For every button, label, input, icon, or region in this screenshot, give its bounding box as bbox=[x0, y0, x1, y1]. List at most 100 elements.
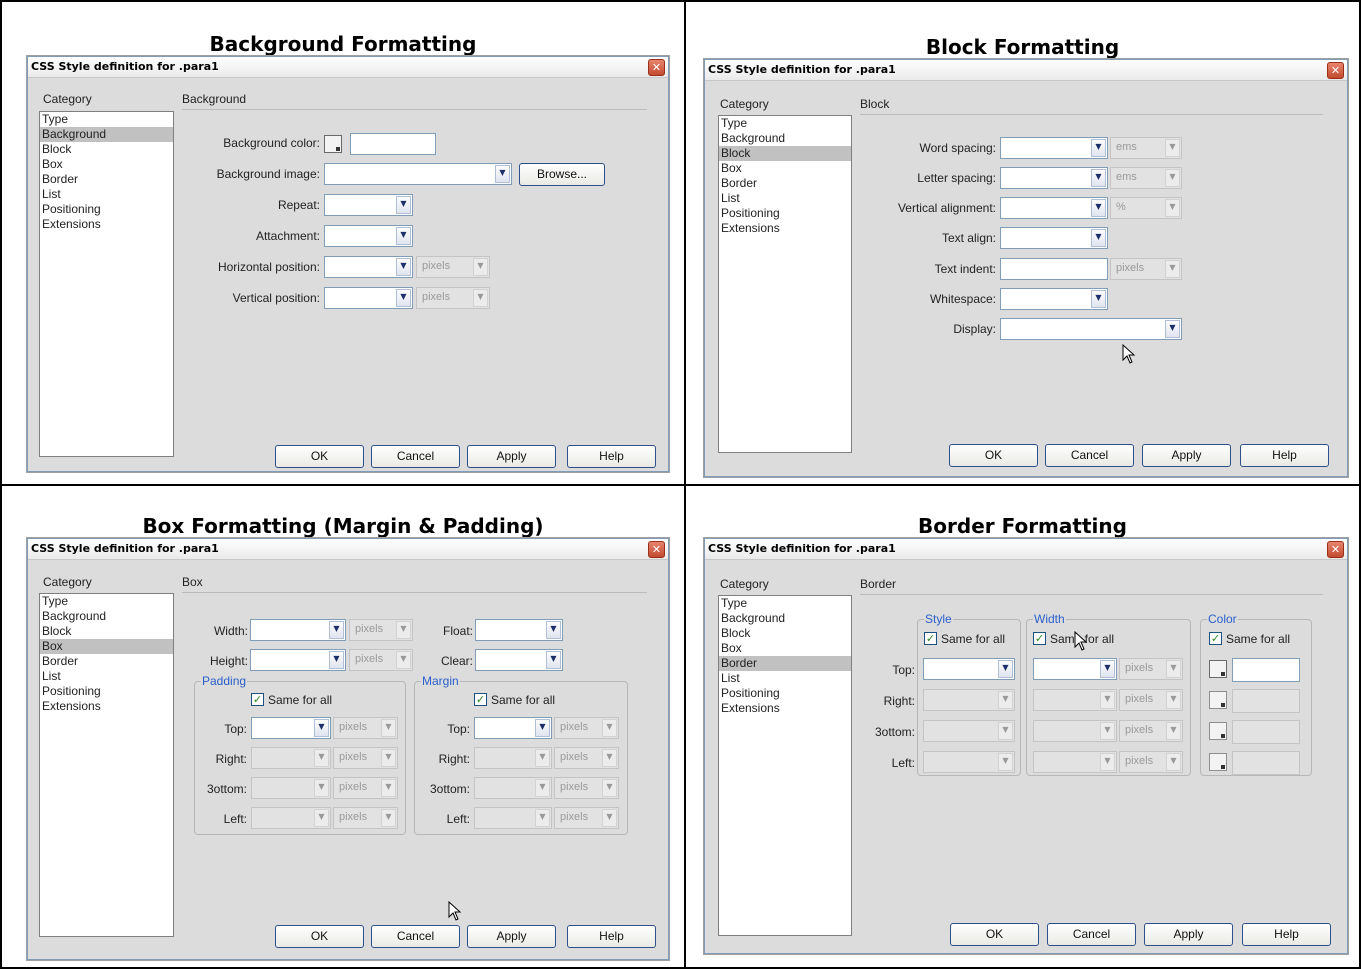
float-select[interactable]: ▼ bbox=[475, 619, 563, 641]
chevron-down-icon[interactable]: ▼ bbox=[1091, 229, 1106, 247]
category-item-block[interactable]: Block bbox=[40, 142, 173, 157]
margin-left-unit-select[interactable]: pixels ▼ bbox=[554, 807, 619, 829]
chevron-down-icon[interactable]: ▼ bbox=[1166, 660, 1181, 678]
category-item-background[interactable]: Background bbox=[719, 611, 851, 626]
letter-spacing-unit-select[interactable]: ems ▼ bbox=[1110, 167, 1182, 189]
category-item-block[interactable]: Block bbox=[40, 624, 173, 639]
width-same-checkbox[interactable]: ✓ bbox=[1033, 632, 1046, 645]
chevron-down-icon[interactable]: ▼ bbox=[396, 289, 411, 307]
chevron-down-icon[interactable]: ▼ bbox=[396, 651, 411, 669]
margin-left-select[interactable]: ▼ bbox=[474, 807, 552, 829]
category-item-positioning[interactable]: Positioning bbox=[719, 686, 851, 701]
category-item-border[interactable]: Border bbox=[40, 654, 173, 669]
chevron-down-icon[interactable]: ▼ bbox=[1091, 199, 1106, 217]
padding-top-select[interactable]: ▼ bbox=[251, 717, 331, 739]
category-list[interactable]: Type Background Block Box Border List Po… bbox=[39, 593, 174, 937]
chevron-down-icon[interactable]: ▼ bbox=[998, 722, 1013, 740]
help-button[interactable]: Help bbox=[1242, 923, 1331, 946]
chevron-down-icon[interactable]: ▼ bbox=[546, 621, 561, 639]
close-icon[interactable]: ✕ bbox=[1327, 541, 1344, 558]
cancel-button[interactable]: Cancel bbox=[371, 445, 460, 468]
category-item-box[interactable]: Box bbox=[719, 641, 851, 656]
attachment-select[interactable]: ▼ bbox=[324, 225, 413, 247]
chevron-down-icon[interactable]: ▼ bbox=[546, 651, 561, 669]
category-item-extensions[interactable]: Extensions bbox=[40, 217, 173, 232]
word-spacing-unit-select[interactable]: ems ▼ bbox=[1110, 137, 1182, 159]
chevron-down-icon[interactable]: ▼ bbox=[1091, 290, 1106, 308]
category-item-block[interactable]: Block bbox=[719, 626, 851, 641]
chevron-down-icon[interactable]: ▼ bbox=[998, 691, 1013, 709]
category-item-type[interactable]: Type bbox=[40, 594, 173, 609]
cancel-button[interactable]: Cancel bbox=[1047, 923, 1136, 946]
display-select[interactable]: ▼ bbox=[1000, 318, 1182, 340]
chevron-down-icon[interactable]: ▼ bbox=[602, 749, 617, 767]
width-bottom-select[interactable]: ▼ bbox=[1033, 720, 1117, 742]
category-item-positioning[interactable]: Positioning bbox=[40, 684, 173, 699]
chevron-down-icon[interactable]: ▼ bbox=[473, 289, 488, 307]
chevron-down-icon[interactable]: ▼ bbox=[1166, 753, 1181, 771]
clear-select[interactable]: ▼ bbox=[475, 649, 563, 671]
color-left-input[interactable] bbox=[1232, 751, 1300, 775]
category-item-extensions[interactable]: Extensions bbox=[719, 221, 851, 236]
width-right-select[interactable]: ▼ bbox=[1033, 689, 1117, 711]
whitespace-select[interactable]: ▼ bbox=[1000, 288, 1108, 310]
padding-left-unit-select[interactable]: pixels ▼ bbox=[333, 807, 398, 829]
chevron-down-icon[interactable]: ▼ bbox=[396, 621, 411, 639]
apply-button[interactable]: Apply bbox=[467, 925, 556, 948]
chevron-down-icon[interactable]: ▼ bbox=[314, 809, 329, 827]
height-unit-select[interactable]: pixels ▼ bbox=[349, 649, 413, 671]
padding-right-select[interactable]: ▼ bbox=[251, 747, 331, 769]
chevron-down-icon[interactable]: ▼ bbox=[473, 258, 488, 276]
style-bottom-select[interactable]: ▼ bbox=[923, 720, 1015, 742]
color-right-swatch[interactable] bbox=[1209, 691, 1227, 709]
chevron-down-icon[interactable]: ▼ bbox=[314, 779, 329, 797]
apply-button[interactable]: Apply bbox=[467, 445, 556, 468]
style-top-select[interactable]: ▼ bbox=[923, 658, 1015, 680]
apply-button[interactable]: Apply bbox=[1142, 444, 1231, 467]
chevron-down-icon[interactable]: ▼ bbox=[602, 809, 617, 827]
height-select[interactable]: ▼ bbox=[250, 649, 346, 671]
close-icon[interactable]: ✕ bbox=[648, 59, 665, 76]
help-button[interactable]: Help bbox=[1240, 444, 1329, 467]
category-list[interactable]: Type Background Block Box Border List Po… bbox=[39, 111, 174, 457]
chevron-down-icon[interactable]: ▼ bbox=[1165, 260, 1180, 278]
width-unit-select[interactable]: pixels ▼ bbox=[349, 619, 413, 641]
color-right-input[interactable] bbox=[1232, 689, 1300, 713]
chevron-down-icon[interactable]: ▼ bbox=[602, 779, 617, 797]
hpos-select[interactable]: ▼ bbox=[324, 256, 413, 278]
width-left-unit-select[interactable]: pixels ▼ bbox=[1119, 751, 1183, 773]
help-button[interactable]: Help bbox=[567, 445, 656, 468]
width-top-select[interactable]: ▼ bbox=[1033, 658, 1117, 680]
category-item-list[interactable]: List bbox=[719, 671, 851, 686]
cancel-button[interactable]: Cancel bbox=[371, 925, 460, 948]
vpos-unit-select[interactable]: pixels ▼ bbox=[416, 287, 490, 309]
category-item-block[interactable]: Block bbox=[719, 146, 851, 161]
padding-bottom-select[interactable]: ▼ bbox=[251, 777, 331, 799]
padding-left-select[interactable]: ▼ bbox=[251, 807, 331, 829]
chevron-down-icon[interactable]: ▼ bbox=[381, 779, 396, 797]
letter-spacing-select[interactable]: ▼ bbox=[1000, 167, 1108, 189]
style-right-select[interactable]: ▼ bbox=[923, 689, 1015, 711]
category-item-border[interactable]: Border bbox=[40, 172, 173, 187]
chevron-down-icon[interactable]: ▼ bbox=[314, 749, 329, 767]
category-item-border[interactable]: Border bbox=[719, 656, 851, 671]
chevron-down-icon[interactable]: ▼ bbox=[396, 258, 411, 276]
close-icon[interactable]: ✕ bbox=[648, 541, 665, 558]
margin-bottom-select[interactable]: ▼ bbox=[474, 777, 552, 799]
chevron-down-icon[interactable]: ▼ bbox=[998, 753, 1013, 771]
text-align-select[interactable]: ▼ bbox=[1000, 227, 1108, 249]
category-item-type[interactable]: Type bbox=[40, 112, 173, 127]
chevron-down-icon[interactable]: ▼ bbox=[1100, 753, 1115, 771]
help-button[interactable]: Help bbox=[567, 925, 656, 948]
category-item-extensions[interactable]: Extensions bbox=[40, 699, 173, 714]
cancel-button[interactable]: Cancel bbox=[1045, 444, 1134, 467]
ok-button[interactable]: OK bbox=[949, 444, 1038, 467]
chevron-down-icon[interactable]: ▼ bbox=[535, 779, 550, 797]
hpos-unit-select[interactable]: pixels ▼ bbox=[416, 256, 490, 278]
width-right-unit-select[interactable]: pixels ▼ bbox=[1119, 689, 1183, 711]
chevron-down-icon[interactable]: ▼ bbox=[1091, 139, 1106, 157]
chevron-down-icon[interactable]: ▼ bbox=[329, 651, 344, 669]
chevron-down-icon[interactable]: ▼ bbox=[381, 719, 396, 737]
color-bottom-swatch[interactable] bbox=[1209, 722, 1227, 740]
color-top-input[interactable] bbox=[1232, 658, 1300, 682]
